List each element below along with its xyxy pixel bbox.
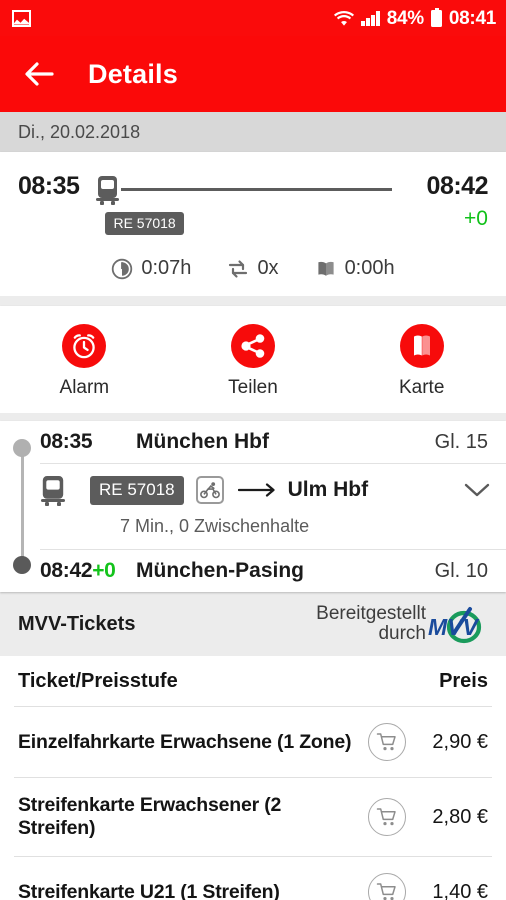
arrival-delay: +0 [92, 559, 116, 582]
rail-line [20, 447, 24, 566]
departure-platform: Gl. 15 [434, 430, 488, 453]
mvv-logo: MVV [428, 601, 492, 647]
share-button[interactable]: Teilen [169, 324, 338, 399]
reading-value: 0:00h [344, 257, 395, 279]
image-icon [12, 9, 31, 27]
app-root: 84% 08:41 Details Di., 20.02.2018 08:35 [0, 0, 506, 900]
section-gap-2 [0, 413, 506, 421]
date-bar: Di., 20.02.2018 [0, 112, 506, 152]
duration-value: 0:07h [141, 257, 192, 279]
overview-departure-time: 08:35 [18, 172, 80, 200]
journey-legs: 08:35 München Hbf Gl. 15 RE 57018 Ulm Hb… [0, 421, 506, 592]
alarm-clock-icon [62, 324, 107, 368]
duration-stat: 0:07h [111, 257, 191, 280]
table-row[interactable]: Streifenkarte U21 (1 Streifen) 1,40 € [0, 857, 506, 900]
actions-card: Alarm Teilen Karte [0, 306, 506, 413]
signal-bars-icon [361, 10, 380, 26]
tickets-table: Ticket/Preisstufe Preis Einzelfahrkarte … [0, 656, 506, 900]
arrival-stop-row[interactable]: 08:42+0 München-Pasing Gl. 10 [0, 550, 506, 592]
alarm-label: Alarm [59, 377, 110, 398]
departure-stop-time: 08:35 [40, 430, 93, 453]
status-bar-left [12, 9, 31, 27]
overview-line-wrap [95, 172, 392, 206]
ticket-name: Streifenkarte Erwachsener (2 Streifen) [18, 794, 282, 839]
mvv-brand: Bereitgestellt durch MVV [316, 601, 492, 647]
tickets-col-name: Ticket/Preisstufe [18, 670, 178, 692]
overview-train-badge: RE 57018 [105, 212, 184, 235]
status-bar: 84% 08:41 [0, 0, 506, 36]
tickets-col-price: Preis [439, 670, 488, 692]
journey-date: Di., 20.02.2018 [18, 121, 141, 142]
ticket-price: 2,90 € [432, 730, 488, 753]
journey-rail [13, 439, 31, 574]
departure-stop-row[interactable]: 08:35 München Hbf Gl. 15 [0, 421, 506, 463]
rail-dot-start [13, 439, 31, 457]
overview-connection-line [121, 187, 392, 191]
arrival-stop-name: München-Pasing [136, 559, 305, 582]
arrival-platform: Gl. 10 [434, 559, 488, 582]
leg-main-row: RE 57018 Ulm Hbf [40, 474, 490, 506]
battery-percent-label: 84% [386, 7, 424, 29]
status-clock: 08:41 [448, 7, 496, 29]
shopping-cart-icon[interactable] [368, 723, 406, 761]
arrow-right-icon [237, 483, 276, 497]
table-row[interactable]: Einzelfahrkarte Erwachsene (1 Zone) 2,90… [0, 707, 506, 777]
book-icon [315, 258, 337, 280]
overview-line: RE 57018 [79, 172, 402, 235]
overview-stats: 0:07h 0x 0:00h [18, 257, 488, 280]
leg-detail[interactable]: RE 57018 Ulm Hbf 7 Min., 0 Zwischenhalte [0, 464, 506, 549]
page-title: Details [88, 58, 178, 89]
leg-info: 7 Min., 0 Zwischenhalte [120, 516, 310, 536]
status-bar-right: 84% 08:41 [334, 7, 496, 29]
clock-icon [111, 258, 133, 280]
mvv-provided-text: Bereitgestellt durch [316, 602, 426, 644]
tickets-header-row: Ticket/Preisstufe Preis [0, 656, 506, 706]
overview-arrival-group: 08:42 +0 [402, 172, 489, 231]
leg-line-badge: RE 57018 [90, 475, 184, 505]
app-bar: Details [0, 36, 506, 112]
bicycle-carriage-icon [195, 476, 224, 504]
mvv-section-title: MVV-Tickets [18, 612, 136, 635]
transfer-icon [227, 258, 249, 280]
mvv-provided-line1: Bereitgestellt [316, 602, 426, 624]
action-buttons: Alarm Teilen Karte [0, 306, 506, 413]
battery-icon [430, 7, 442, 27]
chevron-down-icon[interactable] [464, 482, 490, 498]
share-label: Teilen [228, 377, 278, 398]
alarm-button[interactable]: Alarm [0, 324, 169, 399]
ticket-price: 2,80 € [432, 805, 488, 828]
arrival-stop-time: 08:42+0 [40, 559, 136, 583]
arrival-time-value: 08:42 [40, 559, 93, 582]
overview-arrival-time: 08:42 [426, 172, 489, 200]
overview-delay: +0 [464, 207, 488, 230]
map-icon [399, 324, 444, 368]
train-front-icon [95, 174, 120, 205]
table-row[interactable]: Streifenkarte Erwachsener (2 Streifen) 2… [0, 778, 506, 856]
wifi-icon [334, 10, 355, 27]
ticket-price: 1,40 € [432, 880, 488, 900]
mvv-section-header: MVV-Tickets Bereitgestellt durch MVV [0, 592, 506, 656]
transfers-value: 0x [257, 257, 279, 279]
ticket-name: Streifenkarte U21 (1 Streifen) [18, 880, 280, 900]
svg-text:MVV: MVV [428, 614, 480, 640]
overview-card: 08:35 RE 57018 08:42 +0 0:07h 0x 0:00h [0, 152, 506, 296]
share-icon [231, 324, 275, 368]
map-label: Karte [398, 377, 445, 398]
overview-times-row: 08:35 RE 57018 08:42 +0 [18, 172, 489, 235]
back-arrow-icon[interactable] [22, 57, 56, 91]
section-gap-1 [0, 296, 506, 306]
overview-section: 08:35 RE 57018 08:42 +0 0:07h 0x 0:00h [0, 152, 506, 296]
ticket-name: Einzelfahrkarte Erwachsene (1 Zone) [18, 730, 352, 753]
reading-stat: 0:00h [315, 257, 395, 280]
transfers-stat: 0x [227, 257, 279, 280]
mvv-provided-line2: durch [378, 623, 426, 644]
departure-stop-name: München Hbf [136, 430, 269, 453]
rail-dot-end [13, 556, 31, 574]
train-front-icon [40, 474, 66, 506]
shopping-cart-icon[interactable] [368, 798, 406, 836]
shopping-cart-icon[interactable] [368, 873, 406, 900]
leg-destination: Ulm Hbf [287, 478, 369, 501]
map-button[interactable]: Karte [337, 324, 506, 399]
